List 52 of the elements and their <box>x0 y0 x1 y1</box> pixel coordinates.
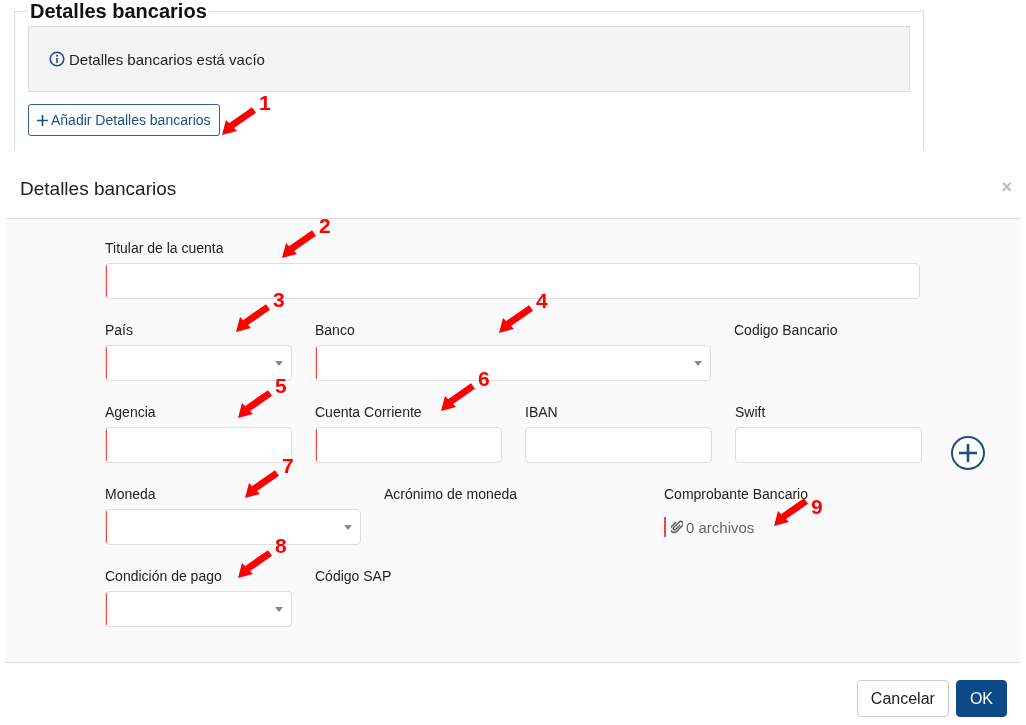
field-label: Cuenta Corriente <box>315 403 422 421</box>
annotation-arrow <box>774 498 808 526</box>
text-field[interactable] <box>525 427 712 463</box>
annotation-arrow <box>238 390 272 418</box>
annotation-number: 5 <box>275 375 287 397</box>
field-label: Agencia <box>105 403 156 421</box>
annotation-number: 8 <box>275 535 287 557</box>
plus-icon <box>37 114 48 126</box>
field-label: Acrónimo de moneda <box>384 485 518 503</box>
field-label: Moneda <box>105 485 156 503</box>
annotation-number: 4 <box>536 290 548 312</box>
plus-icon <box>958 443 978 463</box>
add-row-button[interactable] <box>951 436 985 470</box>
field-label: Código SAP <box>315 567 392 585</box>
field-label: IBAN <box>525 403 558 421</box>
annotation-number: 9 <box>811 496 823 518</box>
dropdown-field[interactable] <box>105 345 292 381</box>
cancel-button[interactable]: Cancelar <box>856 680 949 717</box>
annotation-arrow <box>222 107 256 135</box>
field-label: Banco <box>315 321 355 339</box>
ok-button[interactable]: OK <box>955 680 1007 717</box>
annotation-arrow <box>238 550 272 578</box>
annotation-number: 2 <box>319 215 331 237</box>
field-label: Codigo Bancario <box>734 321 838 339</box>
caret-icon <box>275 360 283 366</box>
section-title: Detalles bancarios <box>29 0 208 23</box>
dialog-title: Detalles bancarios <box>20 178 177 200</box>
annotation-number: 6 <box>478 368 490 390</box>
field-label: Titular de la cuenta <box>105 239 224 257</box>
field-label: Comprobante Bancario <box>664 485 808 503</box>
paperclip-icon <box>671 520 683 534</box>
caret-icon <box>694 360 702 366</box>
annotation-number: 7 <box>282 455 294 477</box>
empty-message: Detalles bancarios está vacío <box>69 50 265 68</box>
annotation-number: 3 <box>273 289 285 311</box>
annotation-number: 1 <box>259 92 271 114</box>
dropdown-field[interactable] <box>105 591 292 627</box>
text-field[interactable] <box>735 427 922 463</box>
annotation-arrow <box>282 230 316 258</box>
field-label: Swift <box>735 403 766 421</box>
annotation-arrow <box>499 305 533 333</box>
attachment-link[interactable]: 0 archivos <box>664 517 755 537</box>
caret-icon <box>344 524 352 530</box>
field-label: País <box>105 321 133 339</box>
annotation-arrow <box>245 470 279 498</box>
annotation-arrow <box>441 383 475 411</box>
add-bank-details-button[interactable]: Añadir Detalles bancarios <box>28 104 220 136</box>
caret-icon <box>275 606 283 612</box>
field-label: Condición de pago <box>105 567 222 585</box>
info-icon <box>49 51 65 67</box>
text-field[interactable] <box>315 427 502 463</box>
annotation-arrow <box>236 304 270 332</box>
